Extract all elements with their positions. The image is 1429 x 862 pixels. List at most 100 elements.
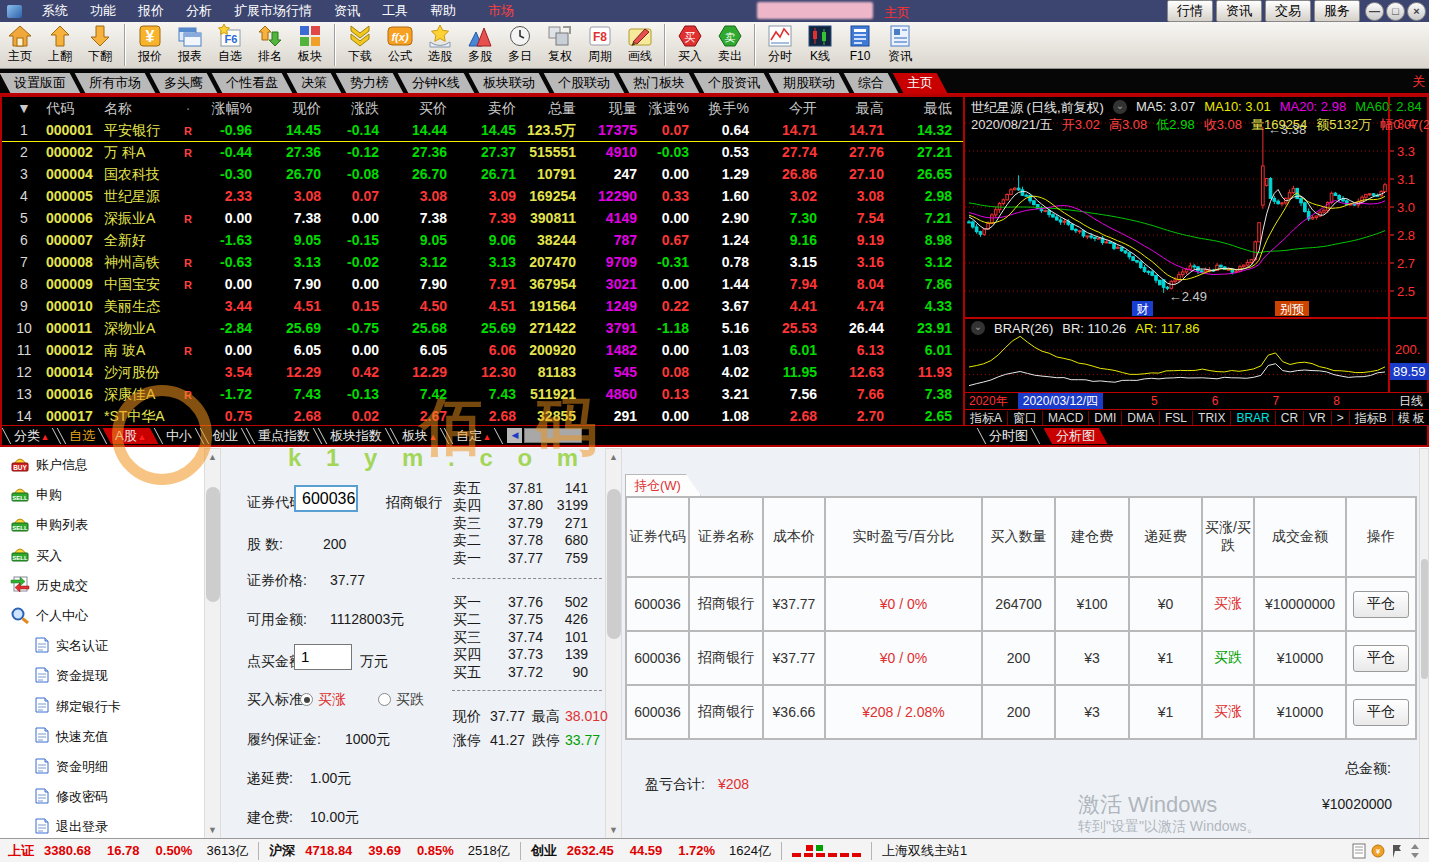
market-tab-重点指数[interactable]: 重点指数 — [245, 428, 322, 444]
toolbar-button-draw[interactable]: 画线 — [620, 22, 660, 68]
indicator-指标A[interactable]: 指标A — [965, 411, 1008, 425]
menu-item-0[interactable]: 系统 — [31, 0, 79, 22]
menu-item-2[interactable]: 报价 — [127, 0, 175, 22]
toolbar-button-formula[interactable]: f(x)公式 — [380, 22, 420, 68]
menu-item-market[interactable]: 市场 — [477, 0, 525, 22]
sidebar-item-退出登录[interactable]: 退出登录 — [34, 816, 108, 838]
top-tab-10[interactable]: 个股资讯 — [693, 73, 774, 93]
indicator-FSL[interactable]: FSL — [1160, 411, 1193, 425]
toolbar-button-kline[interactable]: K线 — [800, 22, 840, 68]
indicator-MACD[interactable]: MACD — [1043, 411, 1089, 425]
sidebar-item-历史成交[interactable]: 历史成交 — [10, 575, 88, 597]
toolbar-button-download[interactable]: 下载 — [340, 22, 380, 68]
toolbar-button-f8[interactable]: F8周期 — [580, 22, 620, 68]
top-tab-2[interactable]: 多头鹰 — [150, 73, 218, 93]
menu-item-6[interactable]: 工具 — [371, 0, 419, 22]
toolbar-button-buy[interactable]: 买买入 — [670, 22, 710, 68]
sidebar-item-绑定银行卡[interactable]: 绑定银行卡 — [34, 696, 121, 718]
indicator-TRIX[interactable]: TRIX — [1193, 411, 1231, 425]
sidebar-item-资金提现[interactable]: 资金提现 — [34, 665, 108, 687]
indicator-VR[interactable]: VR — [1304, 411, 1332, 425]
indicator-DMI[interactable]: DMI — [1089, 411, 1122, 425]
buy-down-radio[interactable]: 买跌 — [378, 691, 424, 709]
scroll-up-icon[interactable]: ▲ — [205, 450, 220, 464]
menu-item-3[interactable]: 分析 — [175, 0, 223, 22]
market-tab-创业[interactable]: 创业 — [199, 428, 250, 444]
titlebar-button-资讯[interactable]: 资讯 — [1216, 0, 1262, 22]
chart-tab-分析图[interactable]: 分析图 — [1044, 428, 1108, 444]
quote-row-000017[interactable]: 14000017*ST中华A0.752.680.022.672.68328552… — [2, 405, 963, 427]
menu-item-5[interactable]: 资讯 — [323, 0, 371, 22]
market-tab-分类[interactable]: 分类▲ — [2, 428, 61, 444]
indicator-模 板[interactable]: 模 板 — [1393, 411, 1429, 425]
titlebar-button-服务[interactable]: 服务 — [1314, 0, 1360, 22]
window-maximize-button[interactable]: □ — [1386, 2, 1405, 21]
toolbar-button-sell[interactable]: 卖卖出 — [710, 22, 750, 68]
form-scrollbar[interactable]: ▲▼ — [605, 448, 622, 839]
menu-item-7[interactable]: 帮助 — [419, 0, 467, 22]
market-tab-自定[interactable]: 自定▲ — [444, 428, 503, 444]
top-tab-1[interactable]: 所有市场 — [75, 73, 156, 93]
market-tab-板块指数[interactable]: 板块指数 — [317, 428, 394, 444]
buy-up-radio[interactable]: 买涨 — [300, 691, 346, 709]
toolbar-button-blocks[interactable]: 板块 — [290, 22, 330, 68]
quote-row-000014[interactable]: 12000014沙河股份3.5412.290.4212.2912.3081183… — [2, 361, 963, 383]
sidebar-item-买入[interactable]: SELL买入 — [10, 545, 62, 567]
sort-arrow-icon[interactable]: ▼ — [2, 97, 46, 119]
toolbar-button-f10[interactable]: F10 — [840, 22, 880, 68]
top-tab-9[interactable]: 热门板块 — [618, 73, 699, 93]
toolbar-button-f6[interactable]: F6自选 — [210, 22, 250, 68]
holdings-scrollbar[interactable] — [1419, 448, 1429, 839]
top-tab-6[interactable]: 分钟K线 — [398, 73, 474, 93]
toolbar-button-quote[interactable]: ¥报价 — [130, 22, 170, 68]
tab-close-label[interactable]: 关 — [1412, 73, 1429, 93]
titlebar-button-交易[interactable]: 交易 — [1265, 0, 1311, 22]
chevron-down-icon[interactable]: ⌄ — [971, 321, 985, 335]
toolbar-button-clock[interactable]: 多日 — [500, 22, 540, 68]
sidebar-item-实名认证[interactable]: 实名认证 — [34, 635, 108, 657]
chart-tab-分时图[interactable]: 分时图 — [977, 428, 1041, 444]
quote-row-000005[interactable]: 4000005世纪星源2.333.080.073.083.09169254122… — [2, 185, 963, 207]
window-close-button[interactable]: × — [1407, 2, 1426, 21]
toolbar-button-adjust[interactable]: 复权 — [540, 22, 580, 68]
sidebar-item-修改密码[interactable]: 修改密码 — [34, 786, 108, 808]
sidebar-item-申购[interactable]: SELL申购 — [10, 484, 62, 506]
holdings-tab[interactable]: 持仓(W) — [625, 474, 701, 496]
app-icon[interactable] — [7, 5, 22, 18]
indicator-窗口[interactable]: 窗口 — [1008, 411, 1043, 425]
market-tab-中小[interactable]: 中小 — [153, 428, 204, 444]
window-minimize-button[interactable]: — — [1365, 2, 1384, 21]
top-tab-4[interactable]: 决策 — [287, 73, 342, 93]
toolbar-button-down[interactable]: 下翻 — [80, 22, 120, 68]
quote-row-000010[interactable]: 9000010美丽生态3.444.510.154.504.51191564124… — [2, 295, 963, 317]
quote-row-000001[interactable]: 1000001平安银行R-0.9614.45-0.1414.4414.45123… — [2, 119, 963, 141]
top-tab-3[interactable]: 个性看盘 — [212, 73, 293, 93]
top-tab-0[interactable]: 设置版面 — [0, 73, 80, 93]
top-tab-5[interactable]: 势力榜 — [336, 73, 404, 93]
indicator-BRAR[interactable]: BRAR — [1231, 411, 1275, 425]
market-tab-板块[interactable]: 板块▲ — [389, 428, 448, 444]
amount-input[interactable]: 1 — [294, 644, 352, 670]
top-tab-8[interactable]: 个股联动 — [543, 73, 624, 93]
sidebar-item-快速充值[interactable]: 快速充值 — [34, 726, 108, 748]
sidebar-item-账户信息[interactable]: BUY账户信息 — [10, 454, 88, 476]
quote-row-000016[interactable]: 13000016深康佳AR-1.727.43-0.137.427.4351192… — [2, 383, 963, 405]
sidebar-item-资金明细[interactable]: 资金明细 — [34, 756, 108, 778]
sidebar-scrollbar[interactable]: ▲▼ — [204, 448, 221, 839]
titlebar-button-行情[interactable]: 行情 — [1167, 0, 1213, 22]
top-tab-12[interactable]: 综合 — [843, 73, 898, 93]
market-tab-自选[interactable]: 自选 — [57, 428, 108, 444]
quote-row-000004[interactable]: 3000004国农科技-0.3026.70-0.0826.7026.711079… — [2, 163, 963, 185]
tab-scroll-left-icon[interactable]: ◀ — [507, 428, 522, 443]
close-position-button[interactable]: 平仓 — [1353, 699, 1409, 726]
tab-scrollbar[interactable] — [524, 428, 582, 443]
toolbar-button-rank[interactable]: 排名 — [250, 22, 290, 68]
menu-item-4[interactable]: 扩展市场行情 — [223, 0, 323, 22]
scroll-down-icon[interactable]: ▼ — [205, 823, 220, 837]
menu-item-1[interactable]: 功能 — [79, 0, 127, 22]
quote-row-000012[interactable]: 11000012南 玻AR0.006.050.006.056.062009201… — [2, 339, 963, 361]
top-tab-7[interactable]: 板块联动 — [468, 73, 549, 93]
toolbar-button-pick[interactable]: 选股 — [420, 22, 460, 68]
sidebar-item-申购列表[interactable]: SELL申购列表 — [10, 514, 88, 536]
scroll-up-icon[interactable]: ▲ — [606, 450, 621, 464]
